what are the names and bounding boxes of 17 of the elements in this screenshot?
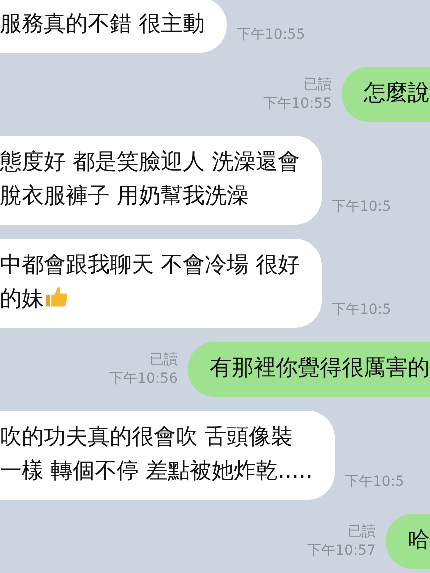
message-time: 下午10:5 bbox=[344, 473, 404, 492]
message-bubble: 哈 bbox=[386, 514, 430, 569]
read-receipt: 已讀 bbox=[304, 76, 332, 95]
message-time: 下午10:5 bbox=[332, 301, 392, 320]
message-bubble: 怎麼說 bbox=[342, 67, 430, 122]
read-receipt: 已讀 bbox=[348, 523, 376, 542]
message-time: 下午10:56 bbox=[110, 370, 178, 389]
message-bubble: 有那裡你覺得很厲害的 bbox=[188, 342, 430, 397]
message-bubble: 態度好 都是笑臉迎人 洗澡還會 脫衣服褲子 用奶幫我洗澡 bbox=[0, 136, 322, 225]
message-time: 下午10:55 bbox=[264, 95, 332, 114]
message-time: 下午10:57 bbox=[308, 542, 376, 561]
message-bubble: 中都會跟我聊天 不會冷場 很好 的妹 bbox=[0, 239, 322, 328]
message-bubble: 吹的功夫真的很會吹 舌頭像裝 一樣 轉個不停 差點被她炸乾..... bbox=[0, 411, 335, 500]
message-time: 下午10:55 bbox=[237, 26, 306, 45]
read-receipt: 已讀 bbox=[150, 351, 178, 370]
message-time: 下午10:5 bbox=[332, 198, 392, 217]
message-bubble: 服務真的不錯 很主動 bbox=[0, 0, 227, 53]
